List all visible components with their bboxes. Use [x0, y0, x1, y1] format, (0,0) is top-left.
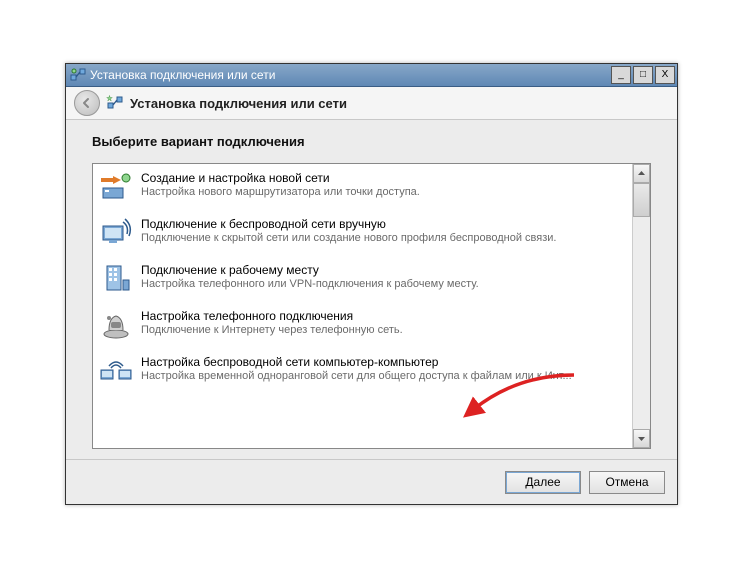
wizard-window: Установка подключения или сети _ □ X Уст… [65, 63, 678, 505]
scroll-down-button[interactable] [633, 429, 650, 448]
option-title: Подключение к беспроводной сети вручную [141, 217, 624, 231]
workplace-icon [99, 262, 133, 296]
option-description: Настройка временной одноранговой сети дл… [141, 370, 624, 382]
option-title: Создание и настройка новой сети [141, 171, 624, 185]
option-description: Настройка телефонного или VPN-подключени… [141, 278, 624, 290]
option-description: Подключение к скрытой сети или создание … [141, 232, 624, 244]
option-description: Настройка нового маршрутизатора или точк… [141, 186, 624, 198]
connection-option[interactable]: Настройка телефонного подключенияПодключ… [93, 302, 632, 348]
next-button[interactable]: Далее [505, 471, 581, 494]
wizard-footer: Далее Отмена [66, 459, 677, 504]
close-button[interactable]: X [655, 66, 675, 84]
option-texts: Создание и настройка новой сетиНастройка… [141, 170, 624, 198]
scroll-up-button[interactable] [633, 164, 650, 183]
page-heading: Выберите вариант подключения [92, 134, 651, 149]
options-list: Создание и настройка новой сетиНастройка… [93, 164, 632, 448]
connection-option[interactable]: Подключение к беспроводной сети вручнуюП… [93, 210, 632, 256]
scroll-track[interactable] [633, 183, 650, 429]
wizard-title: Установка подключения или сети [130, 96, 347, 111]
titlebar: Установка подключения или сети _ □ X [66, 64, 677, 87]
window-controls: _ □ X [609, 66, 675, 84]
network-wizard-icon [106, 94, 124, 112]
connection-option[interactable]: Создание и настройка новой сетиНастройка… [93, 164, 632, 210]
connection-option[interactable]: Подключение к рабочему местуНастройка те… [93, 256, 632, 302]
network-app-icon [70, 67, 86, 83]
option-title: Настройка телефонного подключения [141, 309, 624, 323]
scroll-thumb[interactable] [633, 183, 650, 217]
option-texts: Настройка телефонного подключенияПодключ… [141, 308, 624, 336]
cancel-button[interactable]: Отмена [589, 471, 665, 494]
option-title: Подключение к рабочему месту [141, 263, 624, 277]
window-title: Установка подключения или сети [90, 68, 609, 82]
minimize-button[interactable]: _ [611, 66, 631, 84]
option-texts: Настройка беспроводной сети компьютер-ко… [141, 354, 624, 382]
wizard-header: Установка подключения или сети [66, 87, 677, 120]
option-description: Подключение к Интернету через телефонную… [141, 324, 624, 336]
dialup-icon [99, 308, 133, 342]
wireless-manual-icon [99, 216, 133, 250]
options-listbox: Создание и настройка новой сетиНастройка… [92, 163, 651, 449]
maximize-button[interactable]: □ [633, 66, 653, 84]
vertical-scrollbar[interactable] [632, 164, 650, 448]
back-button[interactable] [74, 90, 100, 116]
router-new-icon [99, 170, 133, 204]
connection-option[interactable]: Настройка беспроводной сети компьютер-ко… [93, 348, 632, 394]
option-title: Настройка беспроводной сети компьютер-ко… [141, 355, 624, 369]
adhoc-icon [99, 354, 133, 388]
wizard-body: Выберите вариант подключения Создание и … [66, 120, 677, 459]
option-texts: Подключение к беспроводной сети вручнуюП… [141, 216, 624, 244]
option-texts: Подключение к рабочему местуНастройка те… [141, 262, 624, 290]
